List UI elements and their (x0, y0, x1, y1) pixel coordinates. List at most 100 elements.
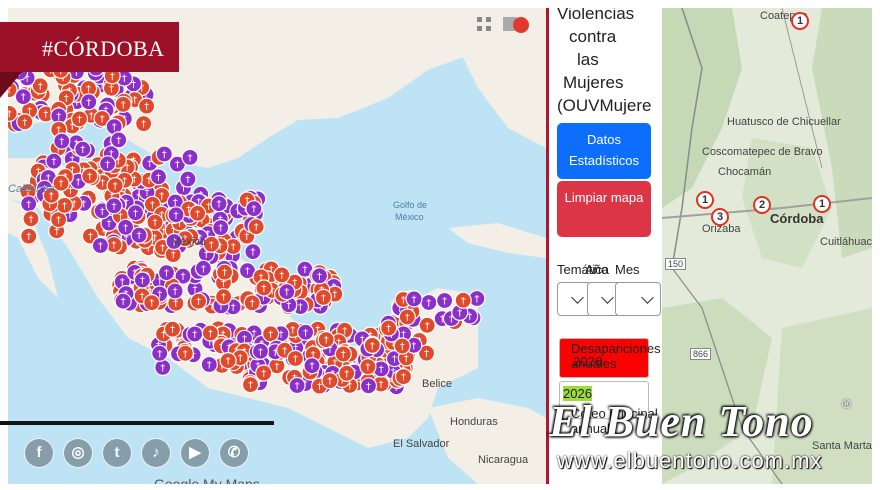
cross-icon: † (109, 84, 114, 95)
cross-icon: † (64, 93, 69, 104)
brand-registered: ® (842, 397, 851, 411)
map-attribution: Google My Maps (154, 476, 260, 484)
place-cuitlahuac: Cuitláhuac (820, 236, 872, 248)
cross-icon: † (401, 372, 406, 383)
cross-icon: † (332, 290, 337, 301)
tematica-select[interactable] (557, 282, 591, 316)
cross-icon: † (171, 250, 176, 261)
whatsapp-icon[interactable]: ✆ (219, 438, 249, 468)
cross-icon: † (112, 122, 117, 133)
place-cordoba: Córdoba (770, 211, 824, 226)
brand-watermark: El Buen Tono (549, 397, 814, 446)
cross-icon: † (62, 201, 67, 212)
twitter-icon[interactable]: t (102, 438, 132, 468)
count-marker[interactable]: 3 (711, 208, 729, 226)
cross-icon: † (250, 298, 255, 309)
count-marker[interactable]: 1 (791, 12, 809, 30)
cross-icon: † (196, 297, 201, 308)
cross-icon: † (425, 321, 430, 332)
cross-icon: † (150, 200, 155, 211)
instagram-icon[interactable]: ◎ (63, 438, 93, 468)
cross-icon: † (250, 247, 255, 258)
cross-icon: † (298, 302, 303, 313)
cross-icon: † (261, 284, 266, 295)
cross-icon: † (113, 181, 118, 192)
cross-icon: † (207, 360, 212, 371)
clear-map-button[interactable]: Limpiar mapa (557, 181, 651, 237)
cross-icon: † (290, 325, 295, 336)
fullscreen-icon[interactable] (476, 16, 492, 32)
cross-icon: † (89, 111, 94, 122)
cross-icon: † (188, 153, 193, 164)
youtube-icon[interactable]: ▶ (180, 438, 210, 468)
cross-icon: † (175, 160, 180, 171)
cross-icon: † (279, 329, 284, 340)
cross-icon: † (258, 347, 263, 358)
cross-icon: † (170, 325, 175, 336)
cross-icon: † (370, 341, 375, 352)
cross-icon: † (76, 177, 81, 188)
mes-select[interactable] (615, 282, 661, 316)
cross-icon: † (231, 302, 236, 313)
title-line: contra (569, 27, 617, 46)
title-line: (OUVMujere (557, 96, 652, 115)
cross-icon: † (112, 201, 117, 212)
cross-icon: † (123, 223, 128, 234)
cross-icon: † (121, 297, 126, 308)
cross-icon: † (317, 271, 322, 282)
cross-icon: † (153, 218, 158, 229)
cross-icon: † (222, 268, 227, 279)
place-huatusco: Huatusco de Chicuellar (727, 116, 841, 128)
chevron-down-icon (571, 291, 584, 304)
cross-icon: † (206, 202, 211, 213)
cross-icon: † (149, 298, 154, 309)
label-nicaragua: Nicaragua (478, 454, 529, 466)
cross-icon: † (344, 369, 349, 380)
cross-icon: † (86, 97, 91, 108)
cross-icon: † (254, 222, 259, 233)
cross-icon: † (295, 381, 300, 392)
count-marker[interactable]: 2 (753, 196, 771, 214)
cross-icon: † (279, 270, 284, 281)
cross-icon: † (173, 287, 178, 298)
cross-icon: † (321, 293, 326, 304)
cross-icon: † (132, 95, 137, 106)
facebook-icon[interactable]: f (24, 438, 54, 468)
cross-icon: † (324, 335, 329, 346)
cross-icon: † (43, 110, 48, 121)
sidebar-title: Violencias contra las Mujeres (OUVMujere (557, 8, 662, 117)
place-chocaman: Chocamán (718, 166, 772, 178)
main-map[interactable]: Golfo de México † † † † † † † † † † † † † † † † † † † † † † † †… (8, 8, 546, 484)
anio-label: Año (585, 262, 609, 277)
cross-icon: † (218, 223, 223, 234)
cross-icon: † (174, 210, 179, 221)
cross-icon: † (110, 71, 115, 82)
filter-labels: Temática Año Mes (557, 262, 640, 277)
cross-icon: † (238, 353, 243, 364)
cross-icon: † (379, 365, 384, 376)
cross-icon: † (365, 362, 370, 373)
cross-icon: † (284, 287, 289, 298)
screenshot-frame: Golfo de México † † † † † † † † † † † † † † † † † † † † † † † †… (0, 0, 880, 490)
cross-icon: † (244, 232, 249, 243)
cross-icon: † (442, 296, 447, 307)
cross-icon: † (98, 241, 103, 252)
mes-label: Mes (615, 262, 640, 277)
label-mexico: México (171, 236, 206, 248)
tiktok-icon[interactable]: ♪ (141, 438, 171, 468)
label-belice: Belice (422, 378, 452, 390)
cross-icon: † (461, 296, 466, 307)
title-line: Violencias (557, 8, 635, 23)
cross-icon: † (282, 346, 287, 357)
stats-button[interactable]: Datos Estadísticos (557, 123, 651, 179)
cross-icon: † (141, 119, 146, 130)
cross-icon: † (386, 324, 391, 335)
count-marker[interactable]: 1 (813, 195, 831, 213)
cross-icon: † (105, 159, 110, 170)
count-marker[interactable]: 1 (696, 191, 714, 209)
cross-icon: † (29, 214, 34, 225)
cross-icon: † (100, 178, 105, 189)
cross-icon: † (183, 349, 188, 360)
cross-icon: † (286, 300, 291, 311)
cross-icon: † (181, 272, 186, 283)
